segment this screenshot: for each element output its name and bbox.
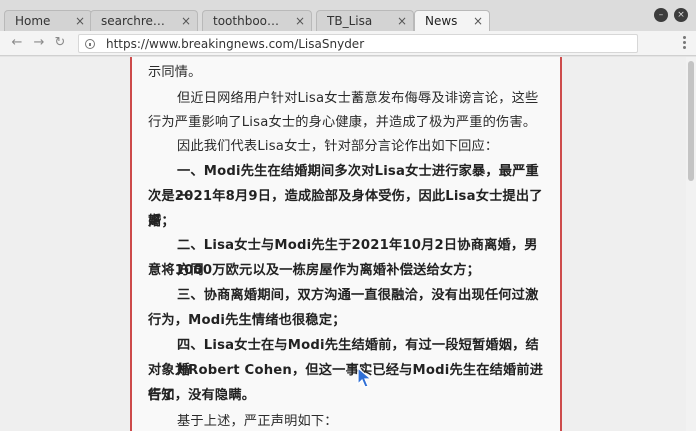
close-window-button[interactable]: × (674, 8, 688, 22)
tab-home[interactable]: Home × (4, 10, 92, 31)
tab-close-icon[interactable]: × (397, 11, 407, 31)
tab-news[interactable]: News × (414, 10, 490, 32)
info-icon[interactable] (85, 39, 95, 49)
tab-label: News (425, 14, 458, 28)
tab-label: TB_Lisa (327, 14, 373, 28)
article-text: 三、协商离婚期间，双方沟通一直很融洽，没有出现任何过激 (177, 288, 539, 303)
tab-strip: Home × searchre… × toothboo… × TB_Lisa ×… (0, 0, 696, 32)
article-text: 告知，没有隐瞒。 (148, 388, 256, 403)
menu-icon[interactable] (678, 35, 690, 51)
tab-tb-lisa[interactable]: TB_Lisa × (316, 10, 414, 31)
tab-label: searchre… (101, 14, 165, 28)
tab-close-icon[interactable]: × (473, 11, 483, 31)
tab-close-icon[interactable]: × (295, 11, 305, 31)
article-text: 婚； (148, 214, 175, 229)
article-text: 因此我们代表Lisa女士，针对部分言论作出如下回应： (177, 139, 499, 154)
article-text: 行为，Modi先生情绪也很稳定； (148, 313, 346, 328)
tab-label: Home (15, 14, 51, 28)
forward-icon[interactable]: → (30, 34, 48, 52)
tab-label: toothboo… (213, 14, 279, 28)
browser-window: Home × searchre… × toothboo… × TB_Lisa ×… (0, 0, 696, 431)
minimize-button[interactable]: – (654, 8, 668, 22)
tab-close-icon[interactable]: × (181, 11, 191, 31)
page-viewport: 示同情。 但近日网络用户针对Lisa女士蓄意发布侮辱及诽谤言论，这些 行为严重影… (0, 57, 696, 431)
article-text: 但近日网络用户针对Lisa女士蓄意发布侮辱及诽谤言论，这些 (177, 91, 539, 106)
url-text[interactable]: https://www.breakingnews.com/LisaSnyder (106, 36, 364, 52)
article-text: 意将1000万欧元以及一栋房屋作为离婚补偿送给女方； (148, 263, 481, 278)
address-bar[interactable]: https://www.breakingnews.com/LisaSnyder (78, 34, 638, 53)
tab-toothboo[interactable]: toothboo… × (202, 10, 312, 31)
tab-searchre[interactable]: searchre… × (90, 10, 198, 31)
article-body: 示同情。 但近日网络用户针对Lisa女士蓄意发布侮辱及诽谤言论，这些 行为严重影… (130, 57, 562, 431)
mouse-cursor-icon (357, 367, 373, 388)
article-text: 基于上述，严正声明如下： (177, 414, 338, 429)
back-icon[interactable]: ← (8, 34, 26, 52)
toolbar: ← → ↻ https://www.breakingnews.com/LisaS… (0, 31, 696, 56)
scrollbar-thumb[interactable] (688, 61, 694, 181)
reload-icon[interactable]: ↻ (51, 34, 69, 52)
tab-close-icon[interactable]: × (75, 11, 85, 31)
vertical-scrollbar[interactable] (686, 57, 696, 431)
article-text: 示同情。 (148, 65, 202, 80)
article-text: 行为严重影响了Lisa女士的身心健康，并造成了极为严重的伤害。 (148, 115, 537, 130)
